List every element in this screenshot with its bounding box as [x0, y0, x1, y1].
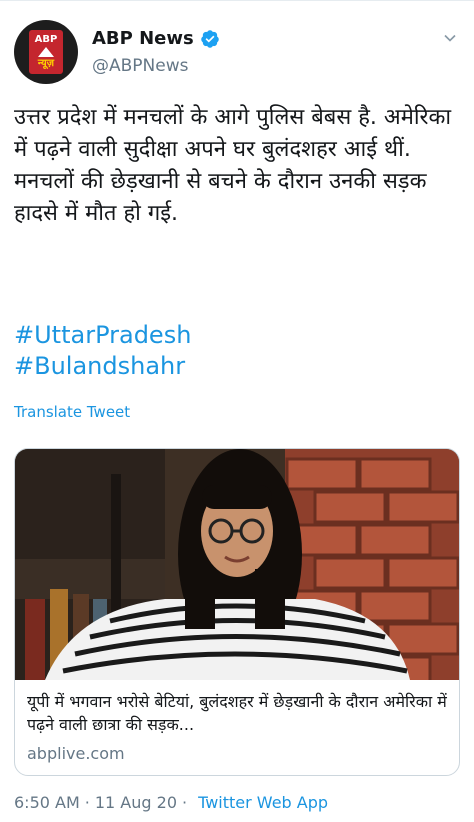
tweet-date[interactable]: 11 Aug 20	[95, 793, 177, 812]
source-app-link[interactable]: Twitter Web App	[198, 793, 328, 812]
link-card[interactable]: यूपी में भगवान भरोसे बेटियां, बुलंदशहर म…	[14, 448, 460, 776]
tweet-header: ABP न्यूज़ ABP News @ABPNews	[14, 20, 460, 84]
card-domain: abplive.com	[27, 744, 125, 763]
card-image	[15, 449, 459, 680]
hashtag-bulandshahr[interactable]: #Bulandshahr	[14, 351, 191, 382]
card-title: यूपी में भगवान भरोसे बेटियां, बुलंदशहर म…	[27, 692, 452, 734]
hashtag-list: #UttarPradesh #Bulandshahr	[14, 320, 191, 382]
tweet-text: उत्तर प्रदेश में मनचलों के आगे पुलिस बेब…	[14, 105, 459, 226]
avatar-text-bottom: न्यूज़	[37, 58, 55, 69]
account-name[interactable]: ABP News	[92, 28, 194, 49]
logo-triangle-icon	[38, 47, 54, 57]
avatar-text-top: ABP	[34, 34, 58, 45]
meta-separator-2: ·	[182, 793, 188, 812]
abp-logo: ABP न्यूज़	[29, 30, 63, 74]
chevron-down-icon[interactable]	[440, 28, 460, 48]
name-row: ABP News	[92, 28, 220, 49]
hashtag-uttarpradesh[interactable]: #UttarPradesh	[14, 320, 191, 351]
avatar[interactable]: ABP न्यूज़	[14, 20, 78, 84]
meta-separator: ·	[84, 793, 90, 812]
top-divider	[0, 0, 474, 1]
verified-badge-icon	[200, 29, 219, 48]
tweet-time[interactable]: 6:50 AM	[14, 793, 80, 812]
tweet-meta: 6:50 AM · 11 Aug 20 · Twitter Web App	[14, 793, 328, 812]
account-handle[interactable]: @ABPNews	[92, 56, 188, 76]
translate-tweet-link[interactable]: Translate Tweet	[14, 403, 130, 421]
